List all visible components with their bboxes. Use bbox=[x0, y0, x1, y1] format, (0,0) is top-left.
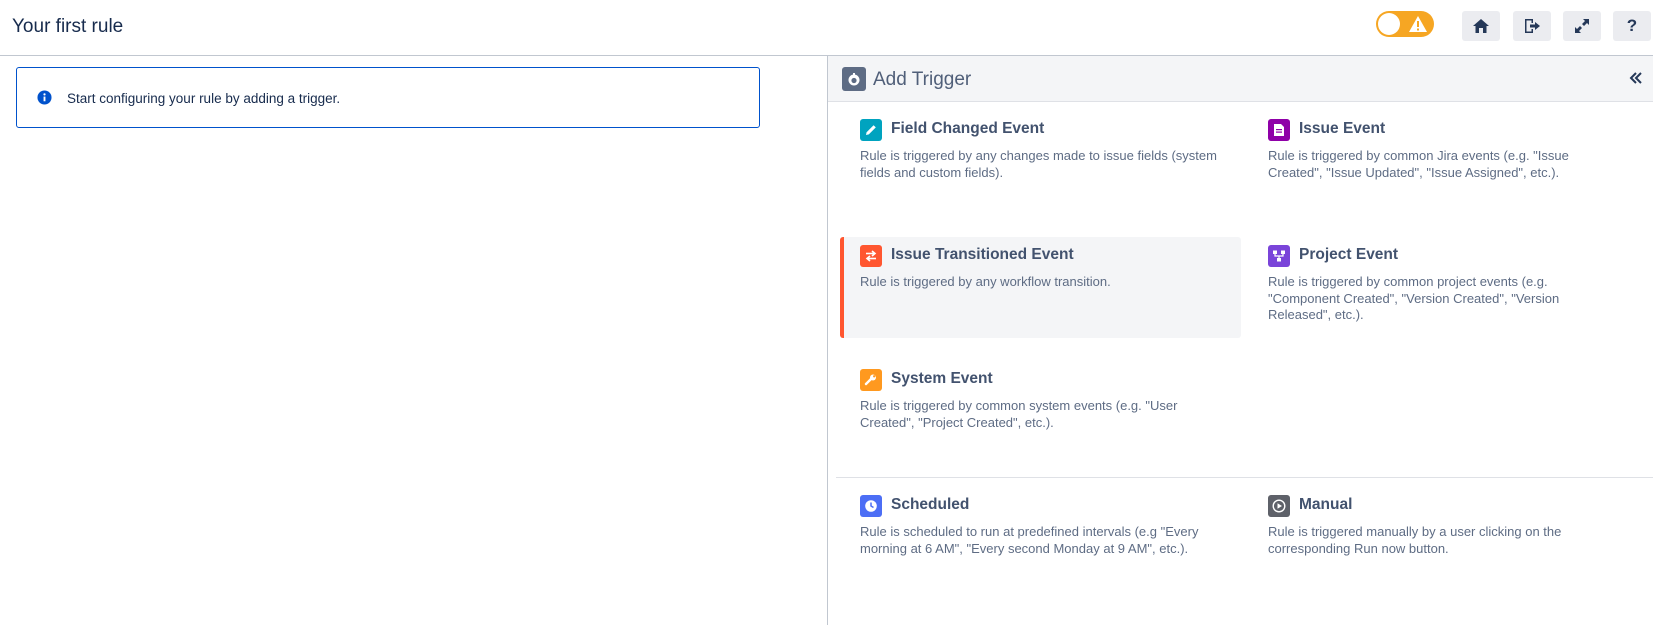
trigger-title: System Event bbox=[891, 370, 993, 387]
trigger-description: Rule is triggered manually by a user cli… bbox=[1268, 524, 1562, 556]
pencil-icon bbox=[860, 119, 882, 141]
trigger-issue-event[interactable]: Issue Event Rule is triggered by common … bbox=[1246, 114, 1646, 206]
trigger-manual[interactable]: Manual Rule is triggered manually by a u… bbox=[1246, 490, 1646, 582]
collapse-panel-icon[interactable] bbox=[1628, 70, 1644, 86]
trigger-description: Rule is triggered by any changes made to… bbox=[860, 148, 1217, 180]
trigger-system-event[interactable]: System Event Rule is triggered by common… bbox=[838, 364, 1238, 456]
trigger-project-event[interactable]: Project Event Rule is triggered by commo… bbox=[1246, 240, 1646, 340]
hierarchy-icon bbox=[1268, 245, 1290, 267]
info-message: Start configuring your rule by adding a … bbox=[16, 67, 760, 128]
home-icon bbox=[1473, 19, 1489, 33]
trigger-description: Rule is scheduled to run at predefined i… bbox=[860, 524, 1199, 556]
trigger-issue-transitioned-event[interactable]: Issue Transitioned Event Rule is trigger… bbox=[840, 237, 1241, 338]
wrench-icon bbox=[860, 369, 882, 391]
document-icon bbox=[1268, 119, 1290, 141]
exit-icon bbox=[1525, 19, 1540, 33]
expand-icon bbox=[1575, 19, 1589, 33]
page-title: Your first rule bbox=[12, 16, 124, 37]
toggle-knob bbox=[1378, 13, 1400, 35]
section-divider bbox=[836, 477, 1653, 478]
trigger-title: Issue Transitioned Event bbox=[891, 246, 1074, 263]
add-trigger-panel: Add Trigger Field Changed Event Rule is … bbox=[827, 56, 1653, 625]
trigger-scheduled[interactable]: Scheduled Rule is scheduled to run at pr… bbox=[838, 490, 1238, 582]
trigger-description: Rule is triggered by common project even… bbox=[1268, 274, 1560, 322]
transition-arrows-icon bbox=[860, 245, 882, 267]
trigger-description: Rule is triggered by common system event… bbox=[860, 398, 1178, 430]
play-icon bbox=[1268, 495, 1290, 517]
flame-icon bbox=[842, 67, 866, 91]
clock-icon bbox=[860, 495, 882, 517]
home-button[interactable] bbox=[1462, 11, 1500, 41]
exit-button[interactable] bbox=[1513, 11, 1551, 41]
trigger-field-changed-event[interactable]: Field Changed Event Rule is triggered by… bbox=[838, 114, 1238, 206]
info-text: Start configuring your rule by adding a … bbox=[67, 91, 341, 106]
trigger-title: Project Event bbox=[1299, 246, 1399, 263]
trigger-title: Issue Event bbox=[1299, 120, 1386, 137]
panel-header: Add Trigger bbox=[828, 56, 1653, 102]
top-header: Your first rule ? bbox=[0, 0, 1653, 56]
expand-button[interactable] bbox=[1563, 11, 1601, 41]
trigger-title: Manual bbox=[1299, 496, 1353, 513]
trigger-title: Field Changed Event bbox=[891, 120, 1045, 137]
trigger-title: Scheduled bbox=[891, 496, 970, 513]
warning-icon bbox=[1409, 16, 1427, 32]
panel-title: Add Trigger bbox=[873, 69, 972, 90]
trigger-description: Rule is triggered by common Jira events … bbox=[1268, 148, 1569, 180]
rule-enable-toggle[interactable] bbox=[1376, 11, 1434, 37]
trigger-description: Rule is triggered by any workflow transi… bbox=[860, 274, 1111, 289]
help-button[interactable]: ? bbox=[1613, 11, 1651, 41]
info-icon bbox=[37, 90, 52, 105]
